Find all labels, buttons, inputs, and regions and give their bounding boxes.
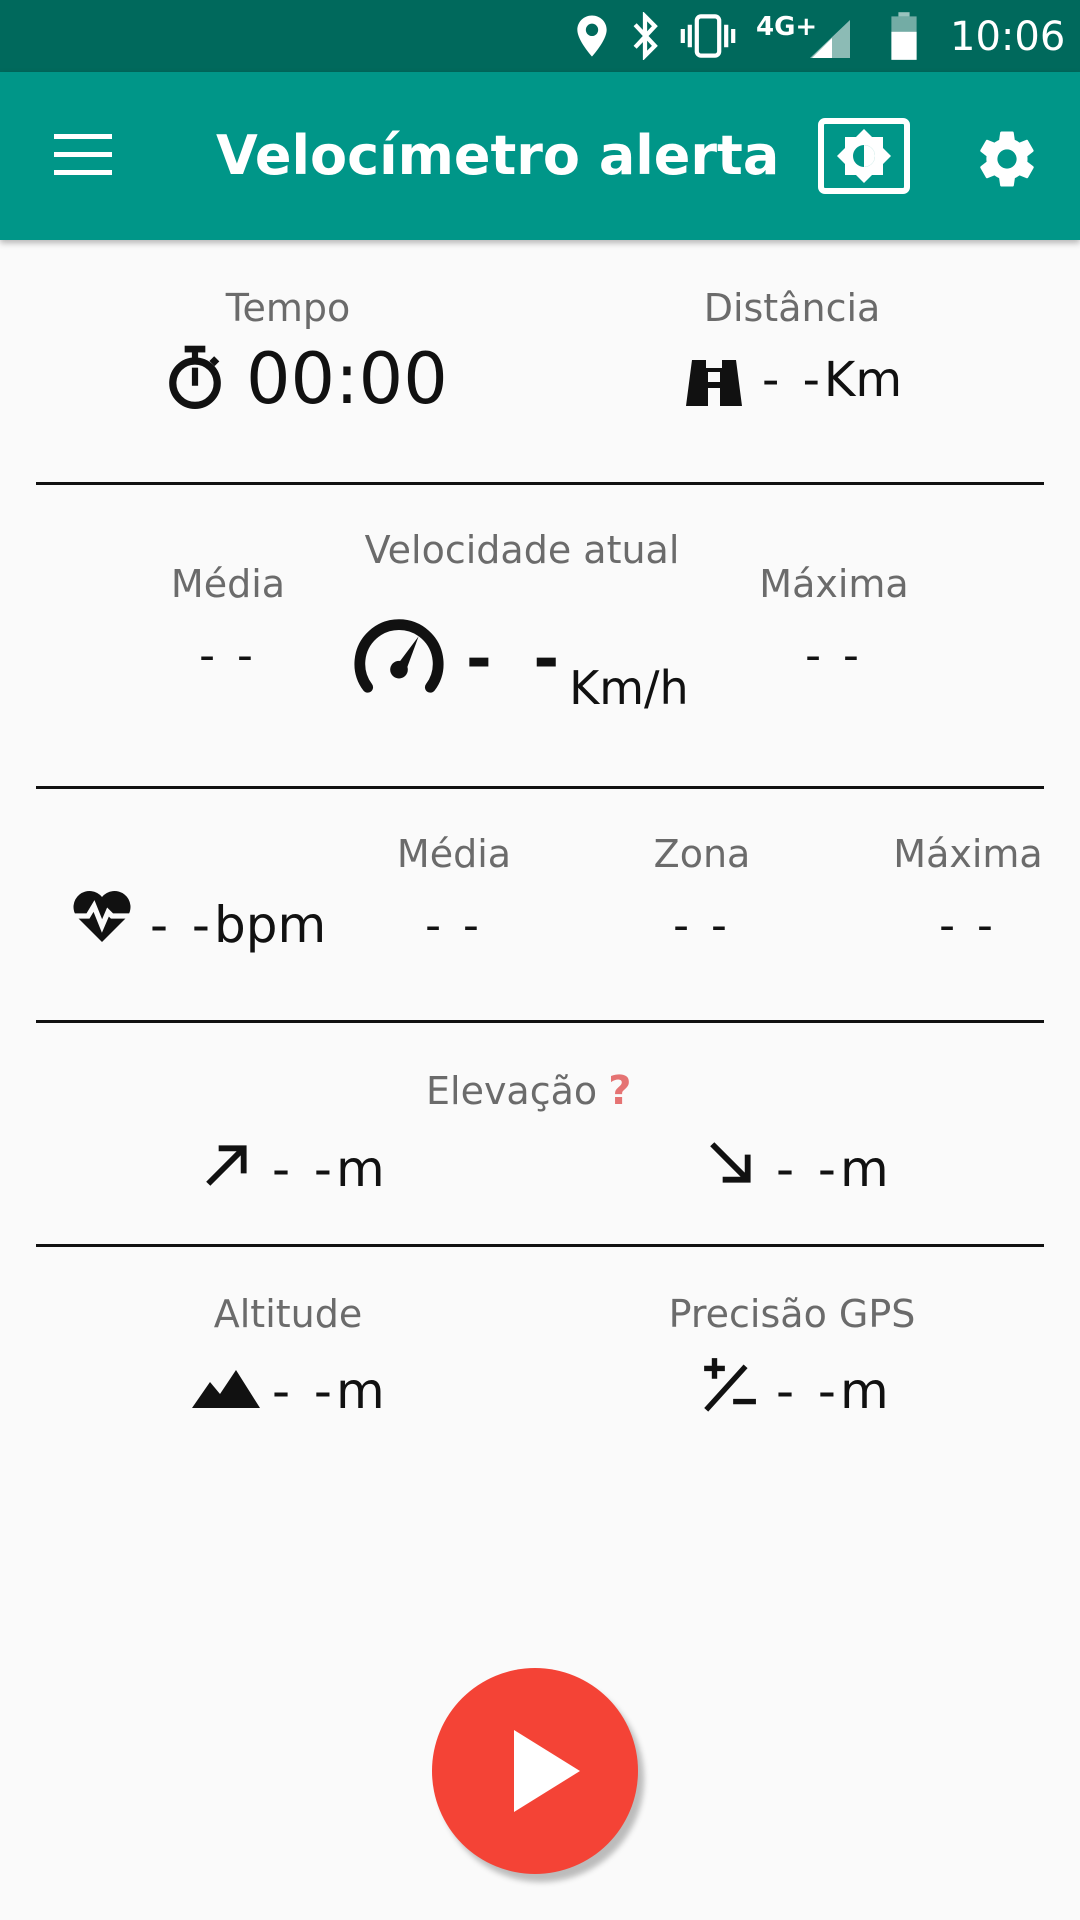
divider (36, 1244, 1044, 1247)
location-icon (577, 15, 607, 57)
distance-unit: Km (823, 352, 903, 408)
elevation-up-unit: m (335, 1140, 385, 1198)
elevation-up-number: - - (272, 1140, 336, 1198)
bluetooth-icon (633, 12, 658, 60)
plus-minus-icon (704, 1358, 756, 1412)
heart-max-value: - - (939, 900, 997, 951)
battery-icon (891, 12, 917, 60)
altitude-label: Altitude (213, 1292, 363, 1336)
network-type: 4G+ (756, 12, 818, 42)
elevation-down-value: - -m (776, 1140, 889, 1198)
speed-max-value: - - (805, 630, 863, 681)
app-title: Velocímetro alerta (216, 124, 780, 187)
heart-pulse-icon (70, 890, 134, 942)
arrow-down-right-icon (710, 1142, 751, 1183)
speed-unit: Km/h (569, 661, 689, 715)
elevation-label: Elevação (426, 1069, 598, 1113)
time-label: Tempo (225, 286, 351, 330)
clock: 10:06 (950, 14, 1066, 60)
stopwatch-icon (169, 345, 221, 410)
gps-value: - -m (776, 1362, 889, 1420)
divider (36, 482, 1044, 485)
gps-number: - - (776, 1362, 840, 1420)
brightness-icon[interactable] (818, 118, 910, 194)
mountain-icon (192, 1370, 260, 1408)
speed-current-number: - - (466, 622, 570, 695)
gps-unit: m (839, 1362, 889, 1420)
speed-avg-value: - - (199, 630, 257, 681)
heart-number: - - (150, 896, 214, 954)
distance-number: - - (762, 352, 824, 408)
heart-avg-label: Média (396, 832, 512, 876)
status-bar: 4G+ 10:06 (0, 0, 1080, 72)
elevation-down-number: - - (776, 1140, 840, 1198)
distance-label: Distância (703, 286, 881, 330)
elevation-header: Elevação ? (426, 1068, 631, 1114)
altitude-number: - - (272, 1362, 336, 1420)
speed-current-label: Velocidade atual (364, 528, 680, 572)
play-icon (514, 1730, 580, 1812)
gps-label: Precisão GPS (668, 1292, 916, 1336)
altitude-value: - -m (272, 1362, 385, 1420)
heart-unit: bpm (213, 896, 327, 954)
app-bar: Velocímetro alerta (0, 72, 1080, 240)
arrow-up-right-icon (206, 1145, 247, 1186)
speed-current-value: - -Km/h (466, 622, 689, 715)
time-value: 00:00 (246, 338, 448, 420)
gear-icon[interactable] (974, 126, 1040, 192)
signal-icon (810, 20, 850, 58)
distance-value: - -Km (762, 352, 902, 408)
speed-max-label: Máxima (759, 562, 909, 606)
speed-avg-label: Média (170, 562, 286, 606)
speedometer-icon (354, 619, 444, 693)
heart-zone-value: - - (673, 900, 731, 951)
start-button[interactable] (432, 1668, 638, 1874)
heart-zone-label: Zona (653, 832, 751, 876)
heart-avg-value: - - (425, 900, 483, 951)
elevation-up-value: - -m (272, 1140, 385, 1198)
vibrate-icon (680, 14, 736, 58)
help-icon[interactable]: ? (608, 1068, 631, 1114)
menu-icon[interactable] (54, 132, 114, 178)
divider (36, 786, 1044, 789)
heart-max-label: Máxima (893, 832, 1043, 876)
elevation-down-unit: m (839, 1140, 889, 1198)
binoculars-icon (686, 360, 742, 406)
altitude-unit: m (335, 1362, 385, 1420)
heart-value: - -bpm (150, 896, 326, 954)
divider (36, 1020, 1044, 1023)
